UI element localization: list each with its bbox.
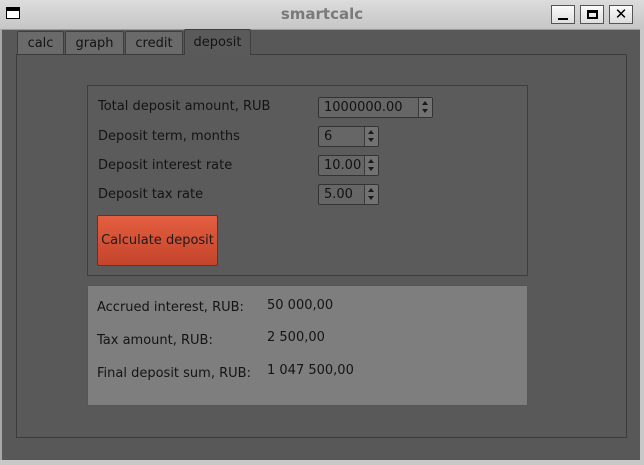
tab-credit[interactable]: credit (125, 31, 183, 54)
tab-deposit[interactable]: deposit (184, 29, 251, 55)
chevron-up-icon[interactable] (368, 130, 374, 134)
tax-amount-label: Tax amount, RUB: (97, 333, 213, 348)
amount-stepper[interactable] (418, 98, 432, 117)
interest-rate-stepper[interactable] (364, 156, 378, 175)
maximize-button[interactable] (580, 5, 604, 24)
amount-spinbox[interactable]: 1000000.00 (318, 97, 433, 118)
amount-value[interactable]: 1000000.00 (324, 100, 403, 115)
tax-rate-label: Deposit tax rate (98, 187, 204, 202)
chevron-up-icon[interactable] (368, 159, 374, 163)
accrued-interest-label: Accrued interest, RUB: (97, 300, 244, 315)
amount-label: Total deposit amount, RUB (98, 99, 271, 114)
interest-rate-label: Deposit interest rate (98, 158, 233, 173)
window-frame-left (0, 29, 2, 465)
tax-rate-value[interactable]: 5.00 (324, 187, 353, 202)
tax-amount-value: 2 500,00 (267, 330, 325, 345)
term-label: Deposit term, months (98, 129, 240, 144)
window-frame-bottom (0, 460, 644, 465)
interest-rate-spinbox[interactable]: 10.00 (318, 155, 379, 176)
tab-calc[interactable]: calc (17, 31, 64, 54)
window-frame-right (640, 29, 644, 465)
tax-rate-spinbox[interactable]: 5.00 (318, 184, 379, 205)
calculate-deposit-button[interactable]: Calculate deposit (97, 215, 218, 266)
chevron-down-icon[interactable] (368, 138, 374, 142)
chevron-down-icon[interactable] (422, 109, 428, 113)
tax-rate-stepper[interactable] (364, 185, 378, 204)
accrued-interest-value: 50 000,00 (267, 298, 334, 313)
tab-graph[interactable]: graph (65, 31, 124, 54)
maximize-icon (586, 10, 598, 19)
chevron-up-icon[interactable] (422, 101, 428, 105)
window-title: smartcalc (280, 5, 364, 23)
close-button[interactable]: ✕ (609, 5, 633, 24)
chevron-down-icon[interactable] (368, 196, 374, 200)
term-value[interactable]: 6 (324, 129, 332, 144)
title-bar[interactable]: smartcalc ✕ (0, 0, 644, 30)
minimize-icon (558, 17, 568, 20)
term-spinbox[interactable]: 6 (318, 126, 379, 147)
final-sum-value: 1 047 500,00 (267, 363, 354, 378)
final-sum-label: Final deposit sum, RUB: (97, 366, 251, 381)
interest-rate-value[interactable]: 10.00 (324, 158, 361, 173)
minimize-button[interactable] (551, 5, 575, 24)
close-icon: ✕ (614, 5, 628, 23)
term-stepper[interactable] (364, 127, 378, 146)
chevron-up-icon[interactable] (368, 188, 374, 192)
chevron-down-icon[interactable] (368, 167, 374, 171)
